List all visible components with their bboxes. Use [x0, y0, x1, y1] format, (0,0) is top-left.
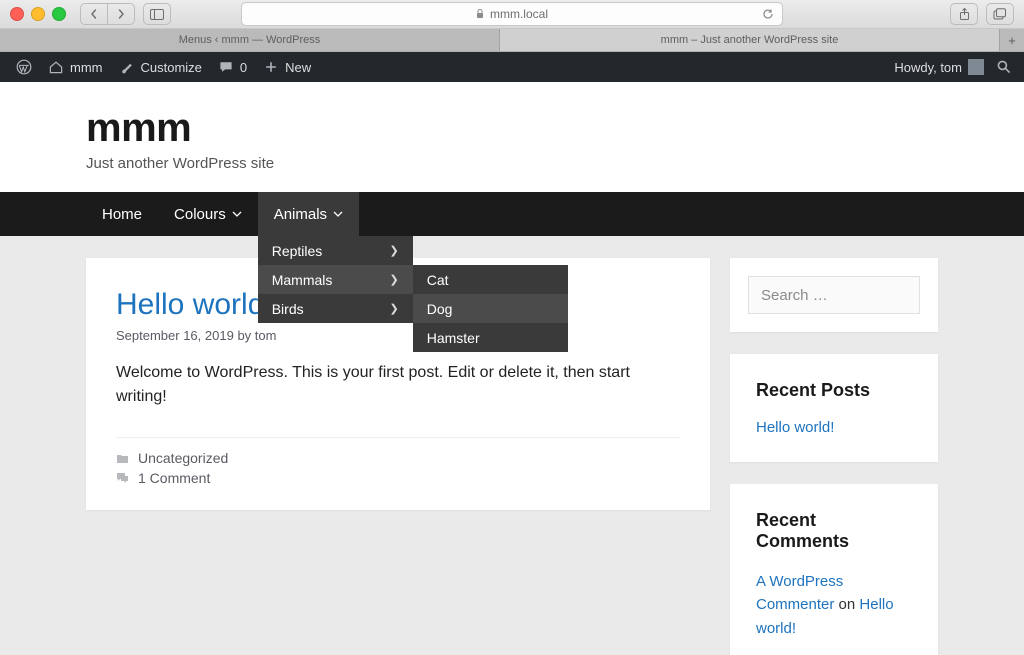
minimize-window-button[interactable]: [31, 7, 45, 21]
post-date: September 16, 2019: [116, 328, 234, 343]
search-toggle[interactable]: [992, 52, 1016, 82]
widget-search: Search …: [730, 258, 938, 332]
lock-icon: [476, 9, 484, 19]
tab-label: Menus ‹ mmm — WordPress: [179, 34, 321, 46]
site-name-label: mmm: [70, 60, 103, 75]
widget-recent-comments: Recent Comments A WordPress Commenter on…: [730, 484, 938, 655]
wp-logo-menu[interactable]: [8, 52, 40, 82]
submenu-label: Birds: [272, 301, 304, 317]
plus-icon: [263, 59, 279, 75]
chevron-down-icon: [232, 211, 242, 217]
nav-label: Colours: [174, 206, 226, 223]
site-tagline: Just another WordPress site: [86, 155, 938, 172]
post-comments-link[interactable]: 1 Comment: [138, 470, 210, 486]
submenu-label: Reptiles: [272, 243, 323, 259]
submenu-label: Mammals: [272, 272, 333, 288]
nav-label: Home: [102, 206, 142, 223]
chevron-right-icon: ❯: [389, 302, 398, 315]
maximize-window-button[interactable]: [52, 7, 66, 21]
submenu-item-birds[interactable]: Birds ❯: [258, 294, 413, 323]
submenu-animals: Reptiles ❯ Mammals ❯ Birds ❯ Cat Dog: [258, 236, 413, 323]
post-by: by: [237, 328, 251, 343]
submenu-item-reptiles[interactable]: Reptiles ❯: [258, 236, 413, 265]
tab-label: mmm – Just another WordPress site: [661, 34, 839, 46]
submenu-label: Hamster: [427, 330, 480, 346]
brush-icon: [119, 59, 135, 75]
submenu-item-mammals[interactable]: Mammals ❯: [258, 265, 413, 294]
submenu-label: Cat: [427, 272, 449, 288]
nav-label: Animals: [274, 206, 327, 223]
sidebar-toggle-button[interactable]: [143, 3, 171, 25]
recent-comment: A WordPress Commenter on Hello world!: [756, 570, 912, 640]
widget-recent-posts: Recent Posts Hello world!: [730, 354, 938, 462]
nav-item-colours[interactable]: Colours: [158, 192, 258, 236]
widget-heading: Recent Posts: [756, 380, 912, 401]
howdy-label: Howdy, tom: [894, 60, 962, 75]
address-text: mmm.local: [490, 7, 548, 21]
recent-post-link[interactable]: Hello world!: [756, 419, 834, 436]
site-title[interactable]: mmm: [86, 106, 938, 151]
comment-author-link[interactable]: A WordPress Commenter: [756, 573, 843, 613]
post-category[interactable]: Uncategorized: [138, 450, 228, 466]
primary-nav: Home Colours Animals Reptiles ❯ Mammals …: [0, 192, 1024, 236]
browser-tab[interactable]: Menus ‹ mmm — WordPress: [0, 29, 500, 51]
new-tab-button[interactable]: +: [999, 29, 1024, 51]
submenu-item-dog[interactable]: Dog: [413, 294, 568, 323]
site-header: mmm Just another WordPress site: [0, 82, 1024, 192]
post-title-link[interactable]: Hello world!: [116, 288, 273, 321]
comment-on: on: [839, 596, 856, 613]
wordpress-icon: [16, 59, 32, 75]
share-button[interactable]: [950, 3, 978, 25]
chevron-down-icon: [333, 211, 343, 217]
address-bar[interactable]: mmm.local: [241, 2, 783, 26]
avatar: [968, 59, 984, 75]
search-icon: [996, 59, 1012, 75]
search-placeholder: Search …: [761, 287, 828, 304]
chevron-right-icon: ❯: [389, 244, 398, 257]
post-author: tom: [255, 328, 277, 343]
folder-icon: [116, 453, 130, 464]
nav-item-animals[interactable]: Animals Reptiles ❯ Mammals ❯ Birds ❯: [258, 192, 359, 236]
sidebar: Search … Recent Posts Hello world! Recen…: [730, 258, 938, 655]
submenu-mammals: Cat Dog Hamster: [413, 265, 568, 352]
new-content-link[interactable]: New: [255, 52, 319, 82]
customize-label: Customize: [141, 60, 202, 75]
submenu-item-cat[interactable]: Cat: [413, 265, 568, 294]
post-meta: September 16, 2019 by tom: [116, 328, 680, 343]
comments-link[interactable]: 0: [210, 52, 255, 82]
browser-tab[interactable]: mmm – Just another WordPress site: [500, 29, 999, 51]
widget-heading: Recent Comments: [756, 510, 912, 552]
comment-count: 0: [240, 60, 247, 75]
nav-item-home[interactable]: Home: [86, 192, 158, 236]
nav-arrows: [80, 3, 135, 25]
wp-admin-bar: mmm Customize 0 New Howdy, tom: [0, 52, 1024, 82]
home-icon: [48, 59, 64, 75]
back-button[interactable]: [81, 4, 107, 24]
chevron-right-icon: ❯: [389, 273, 398, 286]
comment-icon: [218, 59, 234, 75]
customize-link[interactable]: Customize: [111, 52, 210, 82]
submenu-label: Dog: [427, 301, 453, 317]
search-input[interactable]: Search …: [748, 276, 920, 314]
forward-button[interactable]: [107, 4, 134, 24]
close-window-button[interactable]: [10, 7, 24, 21]
my-account-menu[interactable]: Howdy, tom: [886, 52, 992, 82]
comments-icon: [116, 472, 130, 484]
post-footer: Uncategorized 1 Comment: [116, 437, 680, 486]
tabs-overview-button[interactable]: [986, 3, 1014, 25]
tab-bar: Menus ‹ mmm — WordPress mmm – Just anoth…: [0, 29, 1024, 52]
new-label: New: [285, 60, 311, 75]
site-name-menu[interactable]: mmm: [40, 52, 111, 82]
window-controls: [10, 7, 66, 21]
submenu-item-hamster[interactable]: Hamster: [413, 323, 568, 352]
post-body: Welcome to WordPress. This is your first…: [116, 361, 680, 409]
browser-titlebar: mmm.local: [0, 0, 1024, 29]
reload-button[interactable]: [762, 8, 774, 20]
